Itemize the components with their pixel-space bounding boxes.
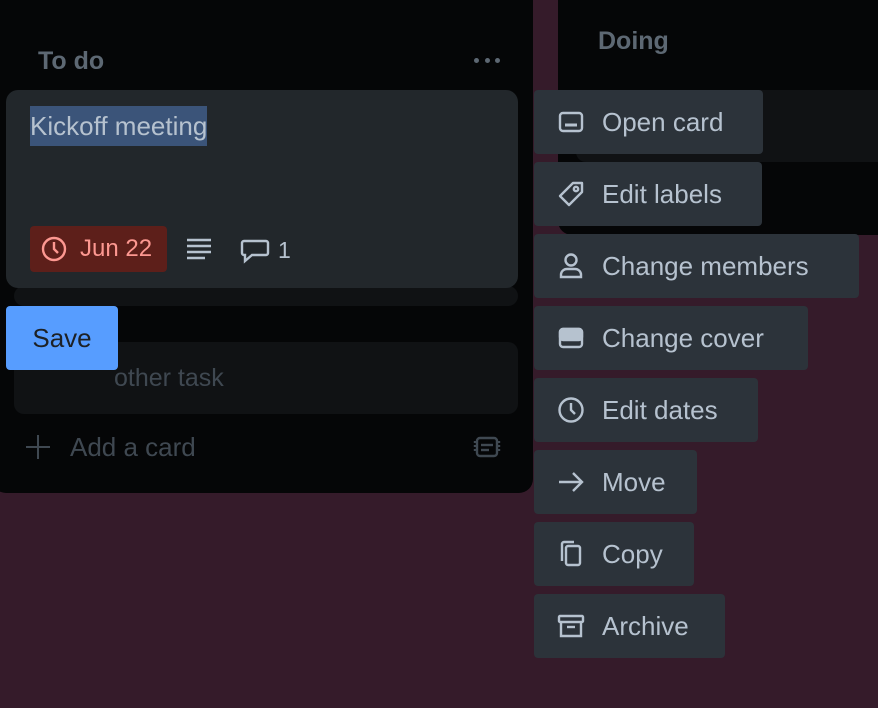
open-card-button[interactable]: Open card bbox=[534, 90, 763, 154]
edit-dates-button[interactable]: Edit dates bbox=[534, 378, 758, 442]
cover-icon bbox=[558, 327, 584, 349]
copy-icon bbox=[560, 540, 582, 567]
list-title-todo[interactable]: To do bbox=[38, 47, 104, 76]
change-cover-button[interactable]: Change cover bbox=[534, 306, 808, 370]
tag-icon bbox=[558, 181, 584, 207]
plus-icon bbox=[24, 433, 52, 461]
template-icon[interactable] bbox=[472, 432, 502, 462]
clock-icon bbox=[558, 397, 584, 423]
comment-icon bbox=[240, 239, 270, 264]
due-date-badge[interactable]: Jun 22 bbox=[30, 226, 167, 272]
add-card-label: Add a card bbox=[70, 431, 196, 462]
ellipsis-dot bbox=[484, 57, 490, 63]
move-button[interactable]: Move bbox=[534, 450, 697, 514]
edit-labels-button[interactable]: Edit labels bbox=[534, 162, 762, 226]
ellipsis-dot bbox=[495, 57, 500, 63]
open-card-label: Open card bbox=[602, 106, 724, 137]
person-icon bbox=[559, 253, 583, 279]
comment-count: 1 bbox=[278, 237, 291, 263]
add-card-button[interactable]: Add a card bbox=[24, 430, 504, 464]
change-members-button[interactable]: Change members bbox=[534, 234, 859, 298]
move-label: Move bbox=[602, 466, 666, 497]
card-behind-editor bbox=[14, 286, 518, 306]
clock-icon bbox=[41, 236, 67, 262]
due-date-text: Jun 22 bbox=[80, 235, 153, 262]
card-editor: Kickoff meeting Jun 22 1 bbox=[6, 90, 518, 288]
archive-icon bbox=[557, 614, 585, 638]
description-icon bbox=[187, 238, 211, 260]
archive-button[interactable]: Archive bbox=[534, 594, 725, 658]
list-title-doing[interactable]: Doing bbox=[598, 27, 669, 56]
edit-dates-label: Edit dates bbox=[602, 394, 718, 425]
ellipsis-dot bbox=[474, 57, 479, 63]
arrow-right-icon bbox=[559, 472, 584, 492]
card-title-input[interactable]: Kickoff meeting bbox=[30, 106, 208, 146]
list-menu-button[interactable] bbox=[472, 50, 502, 70]
archive-label: Archive bbox=[602, 610, 689, 641]
copy-button[interactable]: Copy bbox=[534, 522, 694, 586]
card-title-partial: other task bbox=[114, 364, 224, 392]
card-icon bbox=[558, 111, 584, 133]
change-members-label: Change members bbox=[602, 250, 809, 281]
edit-labels-label: Edit labels bbox=[602, 178, 722, 209]
save-button[interactable]: Save bbox=[6, 306, 118, 370]
change-cover-label: Change cover bbox=[602, 322, 764, 353]
copy-label: Copy bbox=[602, 538, 663, 569]
